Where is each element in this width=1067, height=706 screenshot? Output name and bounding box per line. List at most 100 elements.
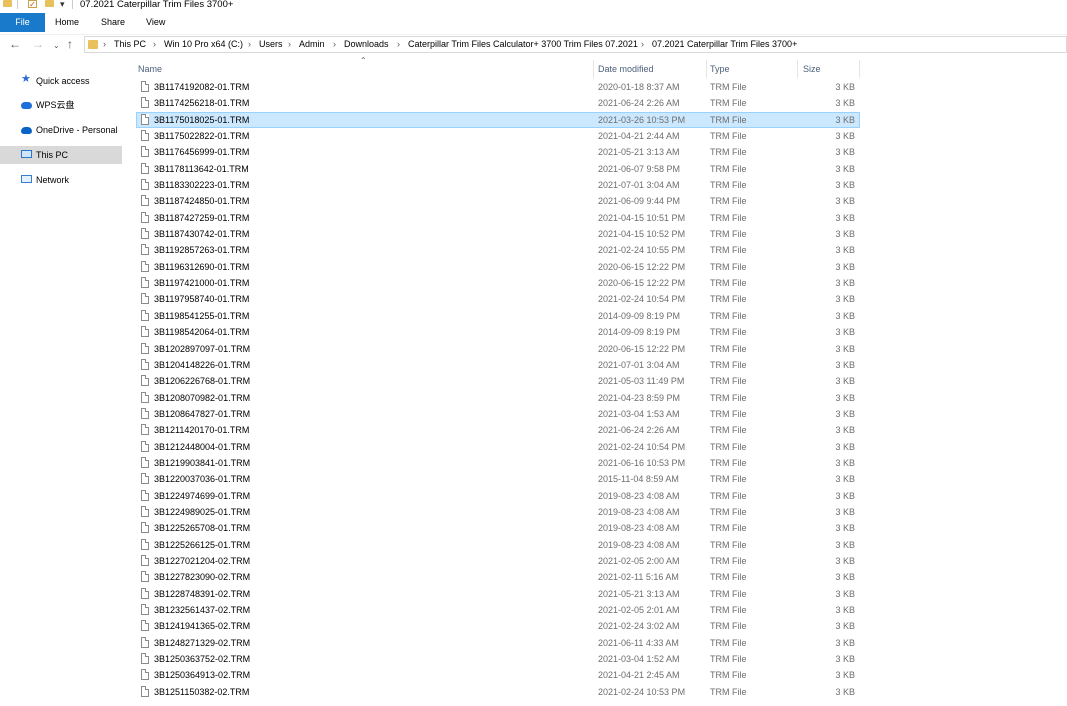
file-row[interactable]: 3B1196312690-01.TRM 2020-06-15 12:22 PM TR… (136, 259, 860, 275)
file-size: 3 KB (835, 82, 855, 92)
file-row[interactable]: 3B1250364913-02.TRM 2021-04-21 2:45 AM TRM… (136, 667, 860, 683)
customize-toolbar-dropdown-icon[interactable]: ▾ (60, 0, 65, 10)
file-row[interactable]: 3B1206226768-01.TRM 2021-05-03 11:49 PM TR… (136, 373, 860, 389)
breadcrumb-chevron-icon[interactable]: › (103, 39, 106, 49)
file-row[interactable]: 3B1187427259-01.TRM 2021-04-15 10:51 PM TR… (136, 210, 860, 226)
tab-view[interactable]: View (146, 13, 165, 32)
breadcrumb-chevron-icon[interactable]: › (248, 39, 251, 49)
recent-locations-chevron-icon[interactable]: ⌄ (53, 39, 60, 53)
file-row[interactable]: 3B1227021204-02.TRM 2021-02-05 2:00 AM TRM… (136, 553, 860, 569)
file-type: TRM File (710, 670, 747, 681)
file-row[interactable]: 3B1174192082-01.TRM 2020-01-18 8:37 AM TRM… (136, 79, 860, 95)
file-row[interactable]: 3B1241941365-02.TRM 2021-02-24 3:02 AM TRM… (136, 618, 860, 634)
tab-share[interactable]: Share (101, 13, 125, 32)
file-row[interactable]: 3B1224974699-01.TRM 2019-08-23 4:08 AM TRM… (136, 488, 860, 504)
nav-quick-access[interactable]: ★ Quick access (0, 72, 122, 90)
file-row[interactable]: 3B1220037036-01.TRM 2015-11-04 8:59 AM TRM… (136, 471, 860, 487)
file-row[interactable]: 3B1192857263-01.TRM 2021-02-24 10:55 PM TR… (136, 242, 860, 258)
column-header-size[interactable]: Size (801, 58, 859, 78)
nav-network[interactable]: Network (0, 171, 122, 189)
breadcrumb-chevron-icon[interactable]: › (333, 39, 336, 49)
file-row[interactable]: 3B1204148226-01.TRM 2021-07-01 3:04 AM TRM… (136, 357, 860, 373)
file-row[interactable]: 3B1232561437-02.TRM 2021-02-05 2:01 AM TRM… (136, 602, 860, 618)
file-type: TRM File (710, 392, 747, 403)
file-size: 3 KB (835, 359, 855, 370)
file-size: 3 KB (835, 327, 855, 338)
file-date-modified: 2021-03-04 1:53 AM (598, 408, 680, 419)
file-row[interactable]: 3B1212448004-01.TRM 2021-02-24 10:54 PM TR… (136, 439, 860, 455)
tab-file[interactable]: File (0, 13, 45, 32)
file-icon (141, 358, 149, 370)
address-bar[interactable]: › This PC › Win 10 Pro x64 (C:) › Users … (84, 36, 1067, 53)
nav-onedrive[interactable]: OneDrive - Personal (0, 121, 122, 139)
file-row[interactable]: 3B1175018025-01.TRM 2021-03-26 10:53 PM TR… (136, 111, 860, 129)
column-divider[interactable] (797, 60, 798, 78)
breadcrumb-chevron-icon[interactable]: › (641, 39, 644, 49)
file-row[interactable]: 3B1208070982-01.TRM 2021-04-23 8:59 PM TRM… (136, 390, 860, 406)
column-header-name[interactable]: Name (136, 58, 592, 78)
file-name: 3B1176456999-01.TRM (154, 147, 250, 158)
folder-icon (88, 40, 98, 49)
column-header-type[interactable]: Type (708, 58, 796, 78)
breadcrumb-drive[interactable]: Win 10 Pro x64 (C:) (164, 39, 243, 49)
column-divider[interactable] (593, 60, 594, 78)
breadcrumb-this-pc[interactable]: This PC (114, 39, 146, 49)
breadcrumb-admin[interactable]: Admin (299, 39, 325, 49)
file-date-modified: 2021-05-21 3:13 AM (598, 147, 680, 158)
file-row[interactable]: 3B1176456999-01.TRM 2021-05-21 3:13 AM TRM… (136, 144, 860, 160)
properties-icon[interactable]: ✓ (28, 0, 37, 9)
forward-arrow-icon[interactable]: → (32, 37, 44, 51)
file-size: 3 KB (835, 457, 855, 468)
file-row[interactable]: 3B1175022822-01.TRM 2021-04-21 2:44 AM TRM… (136, 128, 860, 144)
file-row[interactable]: 3B1227823090-02.TRM 2021-02-11 5:16 AM TRM… (136, 569, 860, 585)
breadcrumb-current-folder[interactable]: 07.2021 Caterpillar Trim Files 3700+ (652, 39, 797, 49)
file-row[interactable]: 3B1248271329-02.TRM 2021-06-11 4:33 AM TRM… (136, 635, 860, 651)
file-row[interactable]: 3B1187424850-01.TRM 2021-06-09 9:44 PM TRM… (136, 193, 860, 209)
file-row[interactable]: 3B1211420170-01.TRM 2021-06-24 2:26 AM TRM… (136, 422, 860, 438)
file-type: TRM File (710, 147, 747, 158)
file-row[interactable]: 3B1225266125-01.TRM 2019-08-23 4:08 AM TRM… (136, 537, 860, 553)
file-row[interactable]: 3B1174256218-01.TRM 2021-06-24 2:26 AM TRM… (136, 95, 860, 111)
file-row[interactable]: 3B1197421000-01.TRM 2020-06-15 12:22 PM TR… (136, 275, 860, 291)
tab-home[interactable]: Home (55, 13, 79, 32)
file-row[interactable]: 3B1202897097-01.TRM 2020-06-15 12:22 PM TR… (136, 341, 860, 357)
breadcrumb-chevron-icon[interactable]: › (153, 39, 156, 49)
file-row[interactable]: 3B1183302223-01.TRM 2021-07-01 3:04 AM TRM… (136, 177, 860, 193)
file-date-modified: 2021-03-26 10:53 PM (598, 114, 686, 125)
file-row[interactable]: 3B1178113642-01.TRM 2021-06-07 9:58 PM TRM… (136, 161, 860, 177)
file-row[interactable]: 3B1208647827-01.TRM 2021-03-04 1:53 AM TRM… (136, 406, 860, 422)
breadcrumb-parent-folder[interactable]: Caterpillar Trim Files Calculator+ 3700 … (408, 39, 638, 49)
new-folder-icon[interactable] (45, 0, 54, 7)
nav-wps-cloud[interactable]: WPS云盘 (0, 96, 122, 114)
breadcrumb-chevron-icon[interactable]: › (397, 39, 400, 49)
back-arrow-icon[interactable]: ← (9, 37, 21, 51)
breadcrumb-users[interactable]: Users (259, 39, 283, 49)
file-icon (141, 473, 149, 485)
nav-this-pc[interactable]: This PC (0, 146, 122, 164)
file-row[interactable]: 3B1187430742-01.TRM 2021-04-15 10:52 PM TR… (136, 226, 860, 242)
file-size: 3 KB (835, 572, 855, 583)
column-header-date[interactable]: Date modified (596, 58, 706, 78)
file-row[interactable]: 3B1228748391-02.TRM 2021-05-21 3:13 AM TRM… (136, 586, 860, 602)
file-size: 3 KB (835, 131, 855, 142)
file-row[interactable]: 3B1225265708-01.TRM 2019-08-23 4:08 AM TRM… (136, 520, 860, 536)
file-list: ⌃ Name Date modified Type Size 3B1174192… (136, 56, 1067, 706)
up-arrow-icon[interactable]: ↑ (67, 37, 73, 51)
file-row[interactable]: 3B1219903841-01.TRM 2021-06-16 10:53 PM TR… (136, 455, 860, 471)
file-size: 3 KB (835, 408, 855, 419)
column-divider[interactable] (706, 60, 707, 78)
file-name: 3B1197421000-01.TRM (154, 278, 250, 289)
file-type: TRM File (710, 310, 747, 321)
file-size: 3 KB (835, 506, 855, 517)
breadcrumb-chevron-icon[interactable]: › (288, 39, 291, 49)
file-row[interactable]: 3B1198542064-01.TRM 2014-09-09 8:19 PM TRM… (136, 324, 860, 340)
file-row[interactable]: 3B1197958740-01.TRM 2021-02-24 10:54 PM TR… (136, 291, 860, 307)
file-row[interactable]: 3B1198541255-01.TRM 2014-09-09 8:19 PM TRM… (136, 308, 860, 324)
file-row[interactable]: 3B1224989025-01.TRM 2019-08-23 4:08 AM TRM… (136, 504, 860, 520)
file-icon (141, 326, 149, 338)
column-divider[interactable] (859, 60, 860, 78)
file-date-modified: 2014-09-09 8:19 PM (598, 327, 681, 338)
file-row[interactable]: 3B1250363752-02.TRM 2021-03-04 1:52 AM TRM… (136, 651, 860, 667)
breadcrumb-downloads[interactable]: Downloads (344, 39, 389, 49)
file-row[interactable]: 3B1251150382-02.TRM 2021-02-24 10:53 PM TR… (136, 684, 860, 700)
